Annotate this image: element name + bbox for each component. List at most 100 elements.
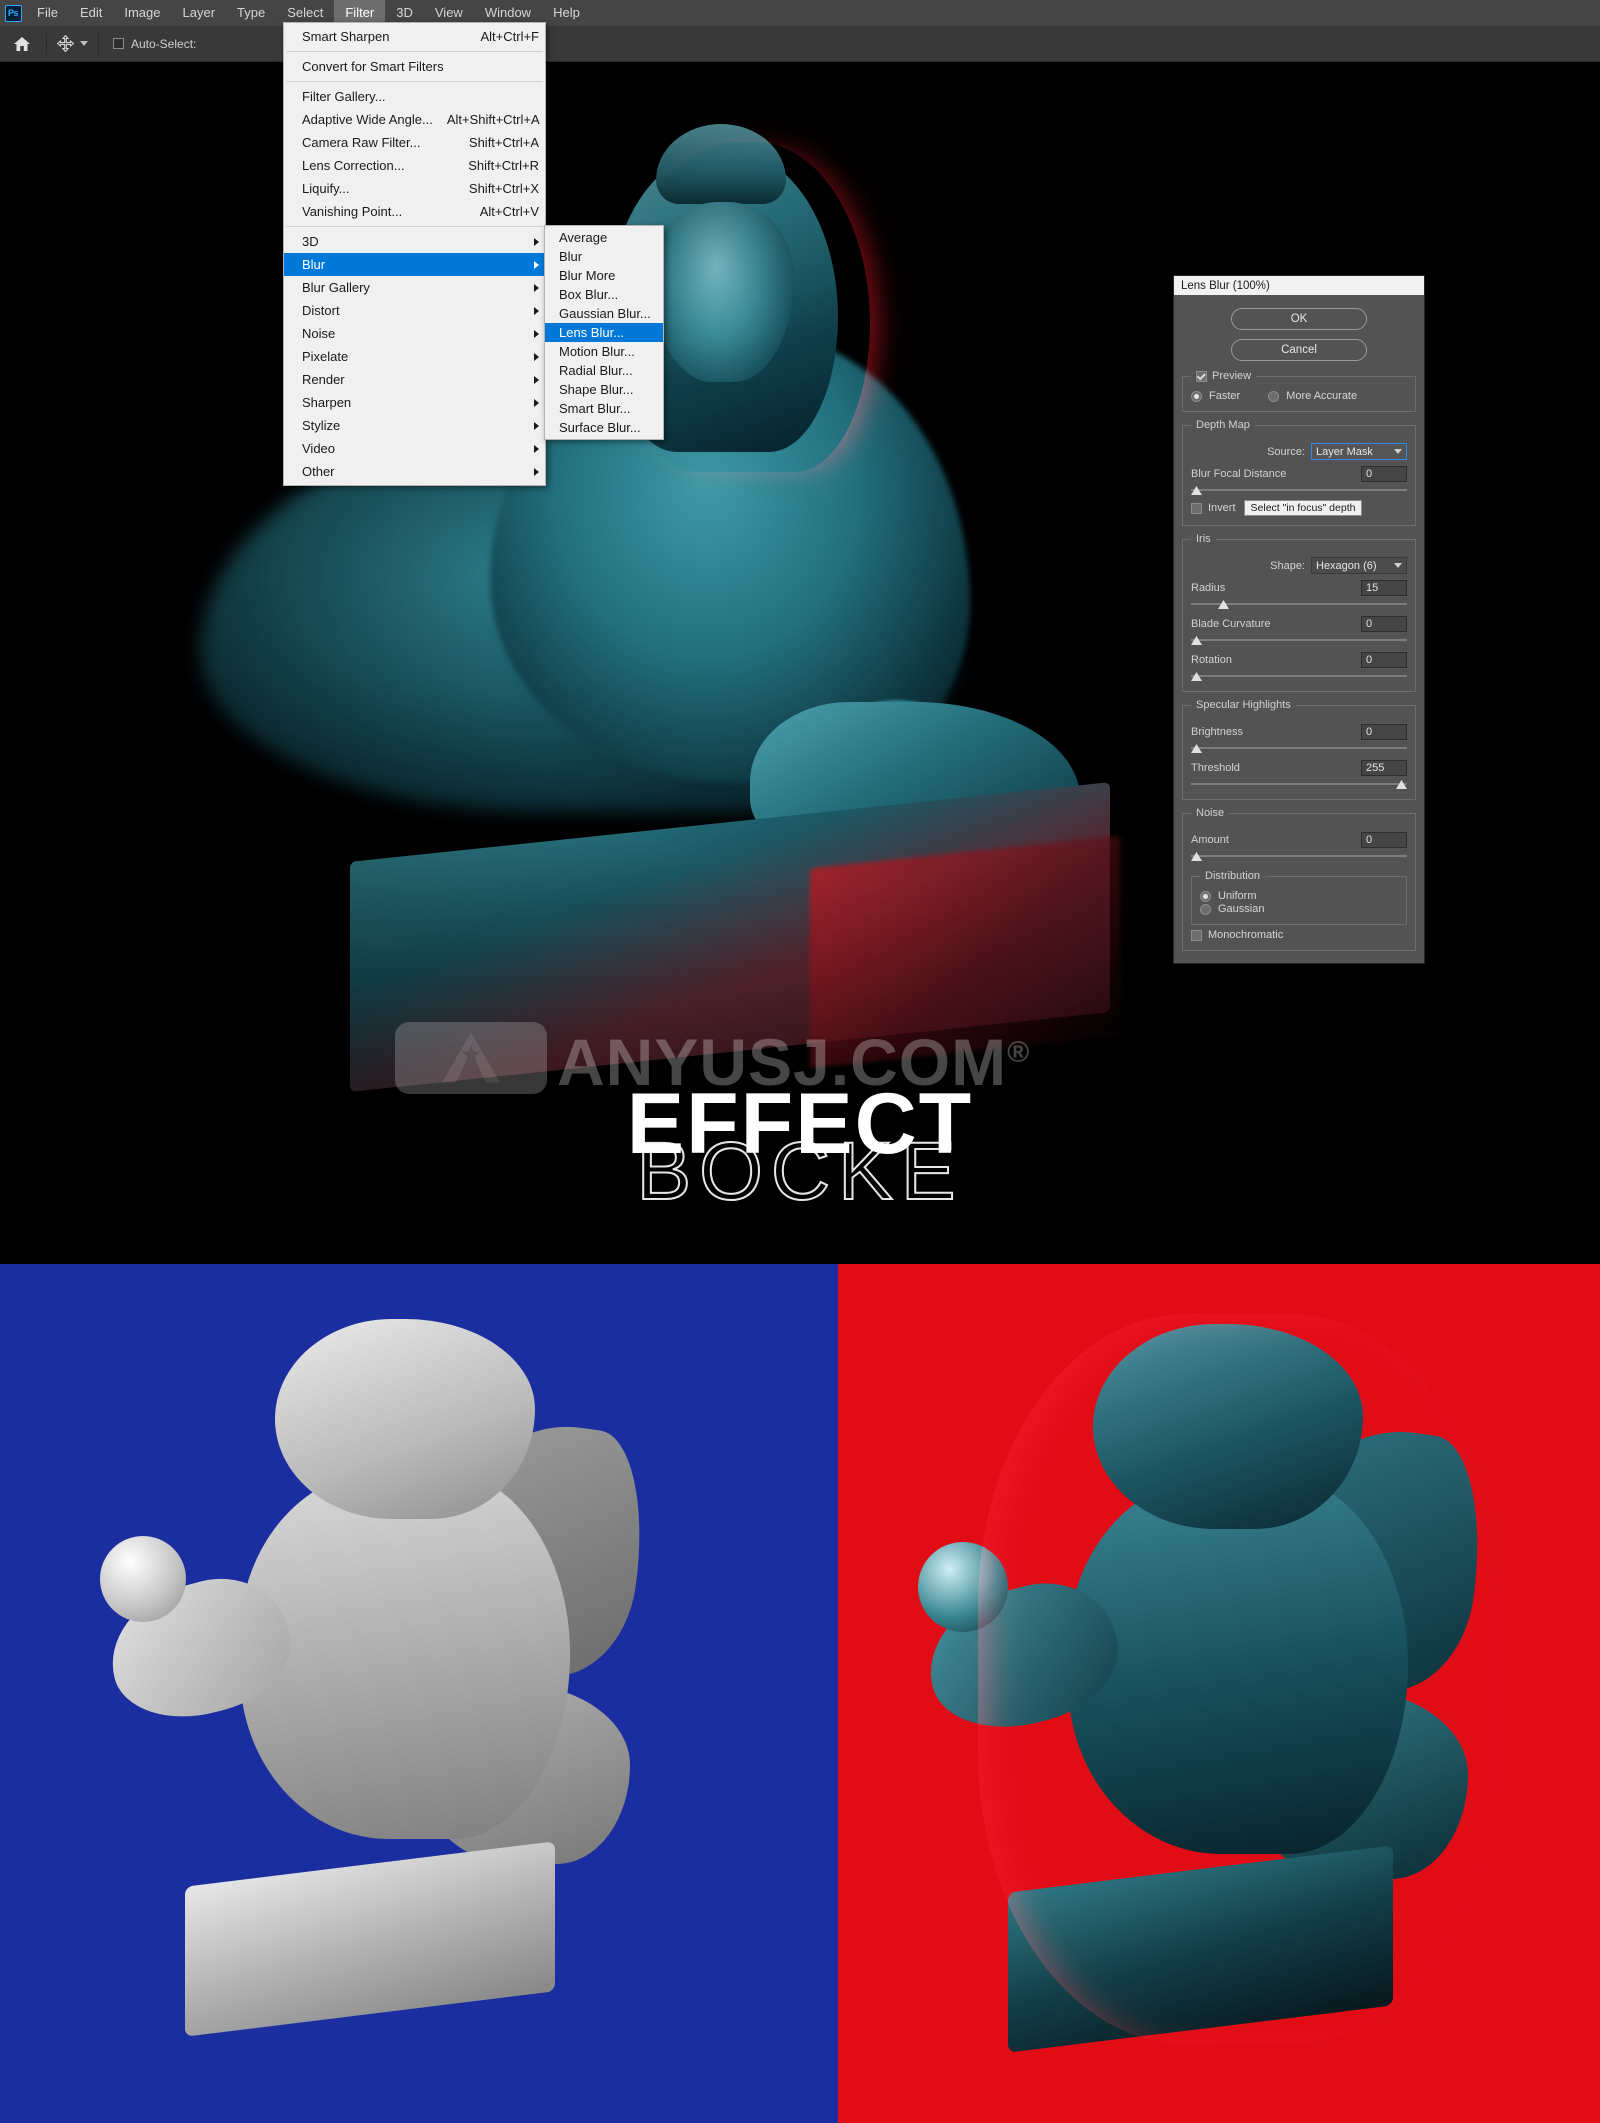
submenu-item-lens-blur[interactable]: Lens Blur...	[545, 323, 663, 342]
chevron-down-icon[interactable]	[80, 41, 88, 46]
dragon-base	[185, 1841, 555, 2037]
cancel-button[interactable]: Cancel	[1231, 339, 1367, 361]
blur-submenu[interactable]: Average Blur Blur More Box Blur... Gauss…	[544, 225, 664, 440]
menu-item-render[interactable]: Render	[284, 368, 545, 391]
preview-label: Preview	[1212, 370, 1252, 382]
radius-input[interactable]: 15	[1361, 579, 1407, 596]
menu-separator	[286, 81, 543, 82]
menu-file[interactable]: File	[26, 0, 69, 26]
more-accurate-radio[interactable]	[1268, 390, 1280, 402]
divider	[98, 32, 99, 55]
submenu-arrow-icon	[534, 421, 539, 430]
menu-item-3d[interactable]: 3D	[284, 230, 545, 253]
rotation-input[interactable]: 0	[1361, 651, 1407, 668]
select-in-focus-depth-button[interactable]: Select "in focus" depth	[1243, 500, 1363, 516]
preview-checkbox[interactable]	[1196, 370, 1207, 382]
uniform-row[interactable]: Uniform	[1200, 890, 1398, 902]
blade-curvature-input[interactable]: 0	[1361, 615, 1407, 632]
menu-item-label: Noise	[302, 326, 336, 341]
submenu-item-smart-blur[interactable]: Smart Blur...	[545, 399, 663, 418]
menu-item-distort[interactable]: Distort	[284, 299, 545, 322]
threshold-slider[interactable]	[1191, 779, 1407, 790]
invert-checkbox[interactable]	[1191, 502, 1202, 514]
menu-item-other[interactable]: Other	[284, 460, 545, 483]
invert-control[interactable]: Invert	[1191, 502, 1236, 514]
menu-item-stylize[interactable]: Stylize	[284, 414, 545, 437]
submenu-item-blur-more[interactable]: Blur More	[545, 266, 663, 285]
auto-select-control[interactable]: Auto-Select:	[101, 37, 196, 51]
submenu-item-box-blur[interactable]: Box Blur...	[545, 285, 663, 304]
photoshop-window: Ps File Edit Image Layer Type Select Fil…	[0, 0, 1600, 2123]
submenu-item-surface-blur[interactable]: Surface Blur...	[545, 418, 663, 437]
menu-layer[interactable]: Layer	[172, 0, 227, 26]
menu-image[interactable]: Image	[113, 0, 171, 26]
noise-group: Noise Amount 0 Distribution Uniform Gaus…	[1182, 807, 1416, 951]
menu-edit[interactable]: Edit	[69, 0, 113, 26]
submenu-item-radial-blur[interactable]: Radial Blur...	[545, 361, 663, 380]
blur-focal-distance-slider[interactable]	[1191, 485, 1407, 496]
faster-label: Faster	[1209, 390, 1241, 402]
dialog-title: Lens Blur (100%)	[1174, 276, 1424, 295]
brightness-input[interactable]: 0	[1361, 723, 1407, 740]
menu-item-label: Stylize	[302, 418, 341, 433]
menu-item-blur[interactable]: Blur	[284, 253, 545, 276]
menu-help[interactable]: Help	[542, 0, 591, 26]
menu-item-lens-correction[interactable]: Lens Correction... Shift+Ctrl+R	[284, 154, 545, 177]
blur-focal-distance-input[interactable]: 0	[1361, 465, 1407, 482]
submenu-item-motion-blur[interactable]: Motion Blur...	[545, 342, 663, 361]
source-select[interactable]: Layer Mask	[1311, 443, 1407, 460]
monochromatic-checkbox[interactable]	[1191, 929, 1202, 941]
menu-item-label: Blur	[302, 257, 326, 272]
radius-slider[interactable]	[1191, 599, 1407, 610]
invert-row: Invert Select "in focus" depth	[1191, 500, 1407, 516]
submenu-item-blur[interactable]: Blur	[545, 247, 663, 266]
menu-item-label: 3D	[302, 234, 319, 249]
menu-item-pixelate[interactable]: Pixelate	[284, 345, 545, 368]
submenu-item-gaussian-blur[interactable]: Gaussian Blur...	[545, 304, 663, 323]
ok-button[interactable]: OK	[1231, 308, 1367, 330]
menu-item-camera-raw-filter[interactable]: Camera Raw Filter... Shift+Ctrl+A	[284, 131, 545, 154]
lens-blur-dialog[interactable]: Lens Blur (100%) OK Cancel Preview Faste…	[1173, 275, 1425, 964]
slider-track	[1191, 855, 1407, 857]
shape-select[interactable]: Hexagon (6)	[1311, 557, 1407, 574]
auto-select-checkbox[interactable]	[113, 38, 124, 49]
menu-item-smart-sharpen[interactable]: Smart Sharpen Alt+Ctrl+F	[284, 25, 545, 48]
threshold-row: Threshold 255	[1191, 759, 1407, 776]
gaussian-radio[interactable]	[1200, 903, 1211, 915]
submenu-arrow-icon	[534, 306, 539, 315]
shape-value: Hexagon (6)	[1316, 559, 1377, 572]
divider	[46, 32, 47, 55]
amount-slider[interactable]	[1191, 851, 1407, 862]
menu-item-blur-gallery[interactable]: Blur Gallery	[284, 276, 545, 299]
uniform-radio[interactable]	[1200, 890, 1211, 902]
move-tool-button[interactable]	[49, 35, 96, 52]
menu-type[interactable]: Type	[226, 0, 276, 26]
more-accurate-label: More Accurate	[1286, 390, 1358, 402]
menu-item-video[interactable]: Video	[284, 437, 545, 460]
monochromatic-row[interactable]: Monochromatic	[1191, 929, 1407, 941]
home-button[interactable]	[0, 36, 44, 52]
menu-item-noise[interactable]: Noise	[284, 322, 545, 345]
menu-item-filter-gallery[interactable]: Filter Gallery...	[284, 85, 545, 108]
submenu-item-shape-blur[interactable]: Shape Blur...	[545, 380, 663, 399]
submenu-item-average[interactable]: Average	[545, 228, 663, 247]
menu-item-shortcut: Alt+Shift+Ctrl+A	[446, 112, 540, 127]
menu-item-vanishing-point[interactable]: Vanishing Point... Alt+Ctrl+V	[284, 200, 545, 223]
menu-item-convert-for-smart-filters[interactable]: Convert for Smart Filters	[284, 55, 545, 78]
source-label: Source:	[1267, 445, 1305, 458]
brightness-slider[interactable]	[1191, 743, 1407, 754]
submenu-arrow-icon	[534, 398, 539, 407]
menu-item-sharpen[interactable]: Sharpen	[284, 391, 545, 414]
rotation-slider[interactable]	[1191, 671, 1407, 682]
faster-radio[interactable]	[1191, 390, 1202, 402]
menu-item-liquify[interactable]: Liquify... Shift+Ctrl+X	[284, 177, 545, 200]
monochromatic-control[interactable]: Monochromatic	[1191, 929, 1283, 941]
amount-input[interactable]: 0	[1361, 831, 1407, 848]
threshold-label: Threshold	[1191, 761, 1240, 774]
filter-menu-dropdown[interactable]: Smart Sharpen Alt+Ctrl+F Convert for Sma…	[283, 22, 546, 486]
blade-curvature-slider[interactable]	[1191, 635, 1407, 646]
menu-item-adaptive-wide-angle[interactable]: Adaptive Wide Angle... Alt+Shift+Ctrl+A	[284, 108, 545, 131]
threshold-input[interactable]: 255	[1361, 759, 1407, 776]
move-tool-icon	[57, 35, 74, 52]
gaussian-row[interactable]: Gaussian	[1200, 903, 1398, 915]
